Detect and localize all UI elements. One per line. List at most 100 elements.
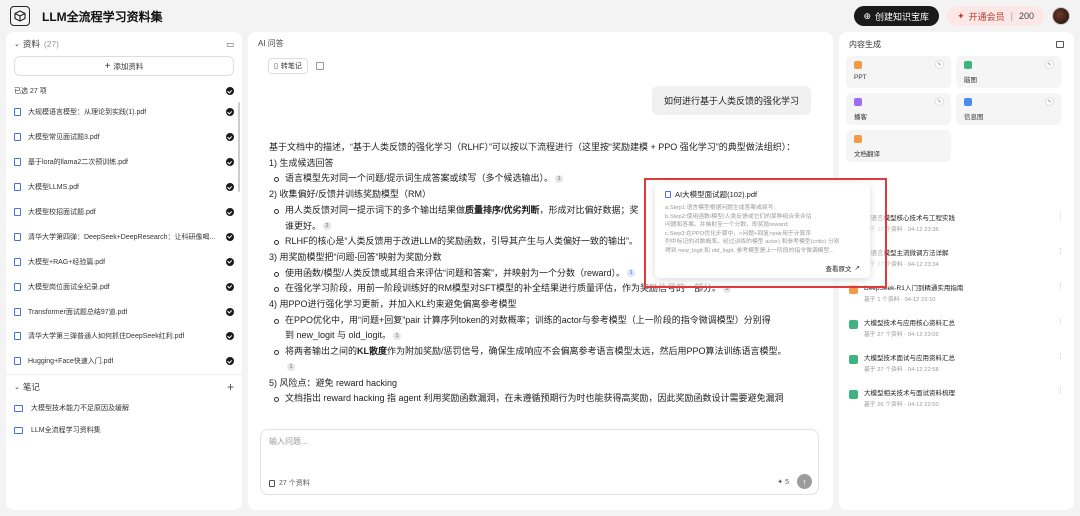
citation-badge[interactable]: 1 [627,269,636,278]
answer-intro: 基于文档中的描述，“基于人类反馈的强化学习（RLHF）”可以按以下流程进行（这里… [269,142,796,152]
select-all-row[interactable]: 已选 27 项 [6,82,242,100]
source-checkbox[interactable] [226,257,234,266]
more-icon[interactable]: ⋮ [1057,282,1064,290]
section-title: 1) 生成候选回答 [269,157,334,168]
vip-button[interactable]: ✦ 开通会员 | 200 [947,6,1044,26]
pdf-icon [14,133,21,142]
edit-icon[interactable]: ✎ [935,60,944,69]
source-checkbox[interactable] [226,158,234,167]
sources-header[interactable]: ⌄ 资料 (27) ▭ [6,34,242,54]
more-icon[interactable]: ⋮ [1057,317,1064,325]
studio-tool-4[interactable]: 文档翻译 [846,130,951,162]
source-file-item[interactable]: 清华大学第四弹：DeepSeek+DeepResearch：让科研像喝... [6,224,242,249]
generated-item[interactable]: 大模型相关技术与面试资料梳理 基于 26 个资料 · 04-12 22:50 ⋮ [839,382,1074,417]
source-file-item[interactable]: 大模型校招面试题.pdf [6,200,242,225]
citation-badge[interactable]: 1 [555,175,564,184]
select-all-checkbox[interactable] [226,87,234,95]
sources-title: 资料 [22,39,40,49]
question-input-box[interactable]: 输入问题... 27 个资料 ✦ 5 ↑ [260,429,819,495]
sparkle-icon: ✦ [957,10,965,21]
source-checkbox[interactable] [226,183,234,192]
note-item[interactable]: 大模型技术能力不足原因及缓解 [6,397,242,419]
add-source-label: 添加资料 [113,61,144,71]
edit-icon[interactable]: ✎ [1045,97,1054,106]
add-note-icon[interactable]: + [227,380,234,394]
tool-label: PPT [854,74,867,81]
answer-bullet-cont: 到 new_logit 与 old_logit。 1 [269,328,801,344]
source-file-item[interactable]: 大模型LLMS.pdf [6,175,242,200]
note-title: LLM全流程学习资料集 [31,427,101,434]
studio-tool-1[interactable]: 脑图 ✎ [956,56,1061,88]
section-title: 5) 风险点：避免 reward hacking [269,377,398,388]
source-checkbox[interactable] [226,208,234,216]
generated-item[interactable]: 大模型技术面试与应用资料汇总 基于 27 个资料 · 04-12 22:58 ⋮ [839,347,1074,382]
source-checkbox[interactable] [226,357,234,366]
pdf-icon [14,158,21,167]
send-button[interactable]: ↑ [797,474,812,489]
edit-icon[interactable]: ✎ [935,97,944,106]
studio-tool-2[interactable]: 播客 ✎ [846,93,951,125]
source-file-item[interactable]: 大模型常见面试题3.pdf [6,125,242,150]
question-input[interactable]: 输入问题... [269,436,308,447]
source-file-item[interactable]: 基于lora的llama2二次预训练.pdf [6,150,242,175]
citation-badge[interactable]: 2 [323,222,332,231]
tool-label: 信息图 [964,114,984,121]
generated-title: 大模型技术与应用核心资料汇总 [864,320,955,327]
pdf-icon [14,332,21,341]
source-checkbox[interactable] [226,332,234,341]
panel-toggle-icon[interactable] [1056,40,1064,48]
excerpt-line: 问题和答案。并映射至一个分数，即奖励reward; [665,222,789,229]
pdf-icon [14,183,21,192]
source-file-item[interactable]: Hugging+Face快速入门.pdf [6,349,242,372]
save-to-note-button[interactable]: ▯ 转笔记 [268,58,308,74]
note-item[interactable]: LLM全流程学习资料集 [6,419,242,441]
studio-tool-0[interactable]: PPT ✎ [846,56,951,88]
avatar[interactable] [1052,7,1070,25]
popover-title: AI大模型面试题(102).pdf [655,183,870,204]
citation-badge[interactable]: 1 [393,332,402,341]
answer-bullet: 将两者输出之间的KL散度作为附加奖励/惩罚信号，确保生成响应不会偏离参考语言模型… [269,344,801,360]
add-source-button[interactable]: + 添加资料 [14,56,234,76]
generated-title: 大模型技术面试与应用资料汇总 [864,355,955,362]
app-logo[interactable] [10,6,30,26]
panel-toggle-icon[interactable]: ▭ [226,39,234,50]
pdf-icon [14,232,21,241]
source-checkbox[interactable] [226,232,234,241]
citation-badge[interactable]: 1 [287,363,295,372]
create-knowledge-base-button[interactable]: ⊕ 创建知识宝库 [853,6,940,26]
excerpt-line: b.Step2:使用函数/模型/人类反馈或它们的某种组合来评估 [665,213,812,220]
source-file-item[interactable]: 大模型岗位面试全纪录.pdf [6,274,242,299]
source-checkbox[interactable] [226,108,234,117]
popover-excerpt: a.Step1:语言模型根据问题生成答案或续写; b.Step2:使用函数/模型/… [655,204,870,264]
pdf-icon [14,257,21,266]
selected-sources-indicator[interactable]: 27 个资料 [269,478,310,488]
generated-item[interactable]: 大模型技术与应用核心资料汇总 基于 27 个资料 · 04-12 23:02 ⋮ [839,312,1074,347]
view-source-link[interactable]: 查看原文 ↗ [826,263,860,273]
source-file-item[interactable]: 大模型+RAG+经验篇.pdf [6,249,242,274]
source-file-name: 清华大学第三弹普通人如何抓住DeepSeek红利.pdf [28,333,185,341]
source-checkbox[interactable] [226,282,234,291]
source-file-name: 大模型常见面试题3.pdf [28,134,100,142]
source-file-name: Transformer面试题总结97道.pdf [28,308,128,316]
more-icon[interactable]: ⋮ [1057,247,1064,255]
more-icon[interactable]: ⋮ [1057,387,1064,395]
source-checkbox[interactable] [226,133,234,142]
notes-header[interactable]: ⌄ 笔记 + [6,377,242,397]
source-checkbox[interactable] [226,307,234,316]
edit-icon[interactable]: ✎ [1045,60,1054,69]
copy-icon[interactable] [315,62,324,70]
generated-type-icon [849,320,858,329]
scrollbar[interactable] [238,102,240,192]
source-file-item[interactable]: 大规模语言模型：从理论到实践(1).pdf [6,100,242,125]
collapse-icon[interactable]: ⌄ [14,40,20,48]
source-file-name: 大模型校招面试题.pdf [28,209,96,216]
source-file-item[interactable]: 清华大学第三弹普通人如何抓住DeepSeek红利.pdf [6,324,242,349]
more-icon[interactable]: ⋮ [1057,212,1064,220]
tool-icon [854,135,862,143]
source-file-name: 大规模语言模型：从理论到实践(1).pdf [28,109,147,117]
collapse-icon[interactable]: ⌄ [14,383,20,391]
tool-icon [964,98,972,106]
studio-tool-3[interactable]: 信息图 ✎ [956,93,1061,125]
source-file-item[interactable]: Transformer面试题总结97道.pdf [6,299,242,324]
more-icon[interactable]: ⋮ [1057,352,1064,360]
